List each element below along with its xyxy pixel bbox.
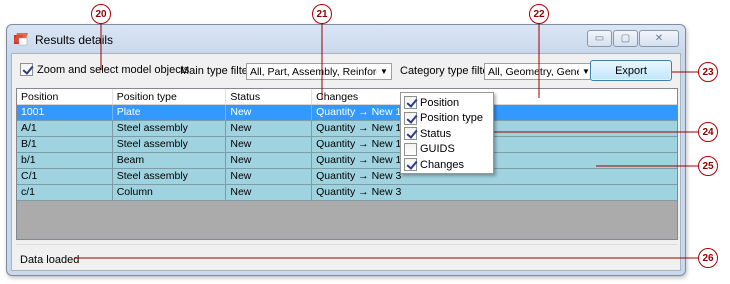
menu-item-label: Status: [420, 127, 452, 140]
zoom-select-checkbox[interactable]: Zoom and select model objects: [20, 63, 189, 76]
results-table: Position Position type Status Changes 10…: [16, 88, 678, 240]
cell-status: New: [226, 153, 313, 168]
cell-position-type: Plate: [113, 105, 227, 120]
menu-item-status[interactable]: Status: [401, 126, 493, 142]
title-bar[interactable]: Results details ▭ ▢ ✕: [7, 25, 685, 53]
cell-status: New: [226, 169, 313, 184]
category-type-filter-value: All, Geometry, General: [488, 65, 579, 78]
close-button[interactable]: ✕: [639, 30, 679, 47]
menu-item-changes[interactable]: Changes: [401, 157, 493, 173]
cell-position: A/1: [17, 121, 113, 136]
callout-26: 26: [698, 248, 718, 268]
category-type-filter-dropdown[interactable]: All, Geometry, General ▼: [484, 63, 594, 80]
chevron-down-icon: ▼: [380, 67, 388, 76]
table-row[interactable]: b/1 Beam New Quantity → New 1: [17, 153, 677, 169]
filter-toolbar: Zoom and select model objects Main type …: [12, 54, 680, 86]
cell-position: c/1: [17, 185, 113, 200]
menu-checkbox[interactable]: [404, 158, 417, 172]
menu-item-label: Position: [420, 96, 460, 109]
cell-status: New: [226, 137, 313, 152]
main-type-filter-label: Main type filter: [180, 65, 252, 77]
menu-item-guids[interactable]: GUIDS: [401, 142, 493, 158]
maximize-button[interactable]: ▢: [613, 30, 638, 47]
cell-position-type: Steel assembly: [113, 121, 227, 136]
table-row[interactable]: c/1 Column New Quantity → New 3: [17, 185, 677, 201]
status-bar: Data loaded: [16, 244, 678, 268]
cell-status: New: [226, 185, 313, 200]
cell-changes: Quantity → New 1: [316, 122, 402, 134]
cell-position-type: Beam: [113, 153, 227, 168]
table-row[interactable]: A/1 Steel assembly New Quantity → New 1: [17, 121, 677, 137]
minimize-button[interactable]: ▭: [587, 30, 612, 47]
table-row[interactable]: 1001 Plate New Quantity → New 1: [17, 105, 677, 121]
window-client-area: Zoom and select model objects Main type …: [11, 53, 681, 271]
cell-status: New: [226, 121, 313, 136]
cell-position: b/1: [17, 153, 113, 168]
results-details-window: Results details ▭ ▢ ✕ Zoom and select mo…: [6, 24, 686, 276]
category-type-filter-label: Category type filter: [400, 65, 493, 77]
tekla-app-icon: [14, 33, 28, 46]
table-row[interactable]: C/1 Steel assembly New Quantity → New 3: [17, 169, 677, 185]
zoom-checkbox-box[interactable]: [20, 63, 33, 76]
cell-position: C/1: [17, 169, 113, 184]
callout-20: 20: [91, 4, 111, 24]
cell-changes: Quantity → New 1: [316, 154, 402, 166]
status-text: Data loaded: [20, 254, 80, 266]
cell-position-type: Steel assembly: [113, 169, 227, 184]
menu-checkbox[interactable]: [404, 127, 417, 141]
table-row[interactable]: B/1 Steel assembly New Quantity → New 1: [17, 137, 677, 153]
cell-position-type: Steel assembly: [113, 137, 227, 152]
column-header-changes[interactable]: Changes: [312, 89, 677, 104]
menu-item-label: Changes: [420, 158, 465, 171]
cell-position: 1001: [17, 105, 113, 120]
callout-22: 22: [529, 4, 549, 24]
callout-25: 25: [698, 156, 718, 176]
cell-changes: Quantity → New 3: [316, 186, 402, 198]
callout-23: 23: [698, 62, 718, 82]
column-header-position-type[interactable]: Position type: [113, 89, 227, 104]
column-header-position[interactable]: Position: [17, 89, 113, 104]
menu-item-position[interactable]: Position: [401, 95, 493, 111]
main-type-filter-value: All, Part, Assembly, Reinforcem: [250, 65, 377, 78]
menu-checkbox[interactable]: [404, 96, 417, 110]
zoom-checkbox-label: Zoom and select model objects: [37, 63, 190, 76]
menu-item-label: Position type: [420, 112, 483, 125]
cell-changes: Quantity → New 1: [316, 138, 402, 150]
menu-item-position-type[interactable]: Position type: [401, 111, 493, 127]
cell-position-type: Column: [113, 185, 227, 200]
column-visibility-menu: Position Position type Status GUIDS Chan…: [400, 92, 494, 174]
menu-item-label: GUIDS: [420, 143, 455, 156]
cell-position: B/1: [17, 137, 113, 152]
menu-checkbox[interactable]: [404, 111, 417, 125]
cell-status: New: [226, 105, 313, 120]
table-header: Position Position type Status Changes: [17, 89, 677, 105]
export-button[interactable]: Export: [590, 60, 672, 81]
cell-changes: Quantity → New 1: [316, 106, 402, 118]
main-type-filter-dropdown[interactable]: All, Part, Assembly, Reinforcem ▼: [246, 63, 392, 80]
menu-checkbox[interactable]: [404, 142, 417, 156]
callout-24: 24: [698, 122, 718, 142]
cell-changes: Quantity → New 3: [316, 170, 402, 182]
column-header-status[interactable]: Status: [226, 89, 313, 104]
window-title: Results details: [35, 33, 114, 47]
callout-21: 21: [312, 4, 332, 24]
